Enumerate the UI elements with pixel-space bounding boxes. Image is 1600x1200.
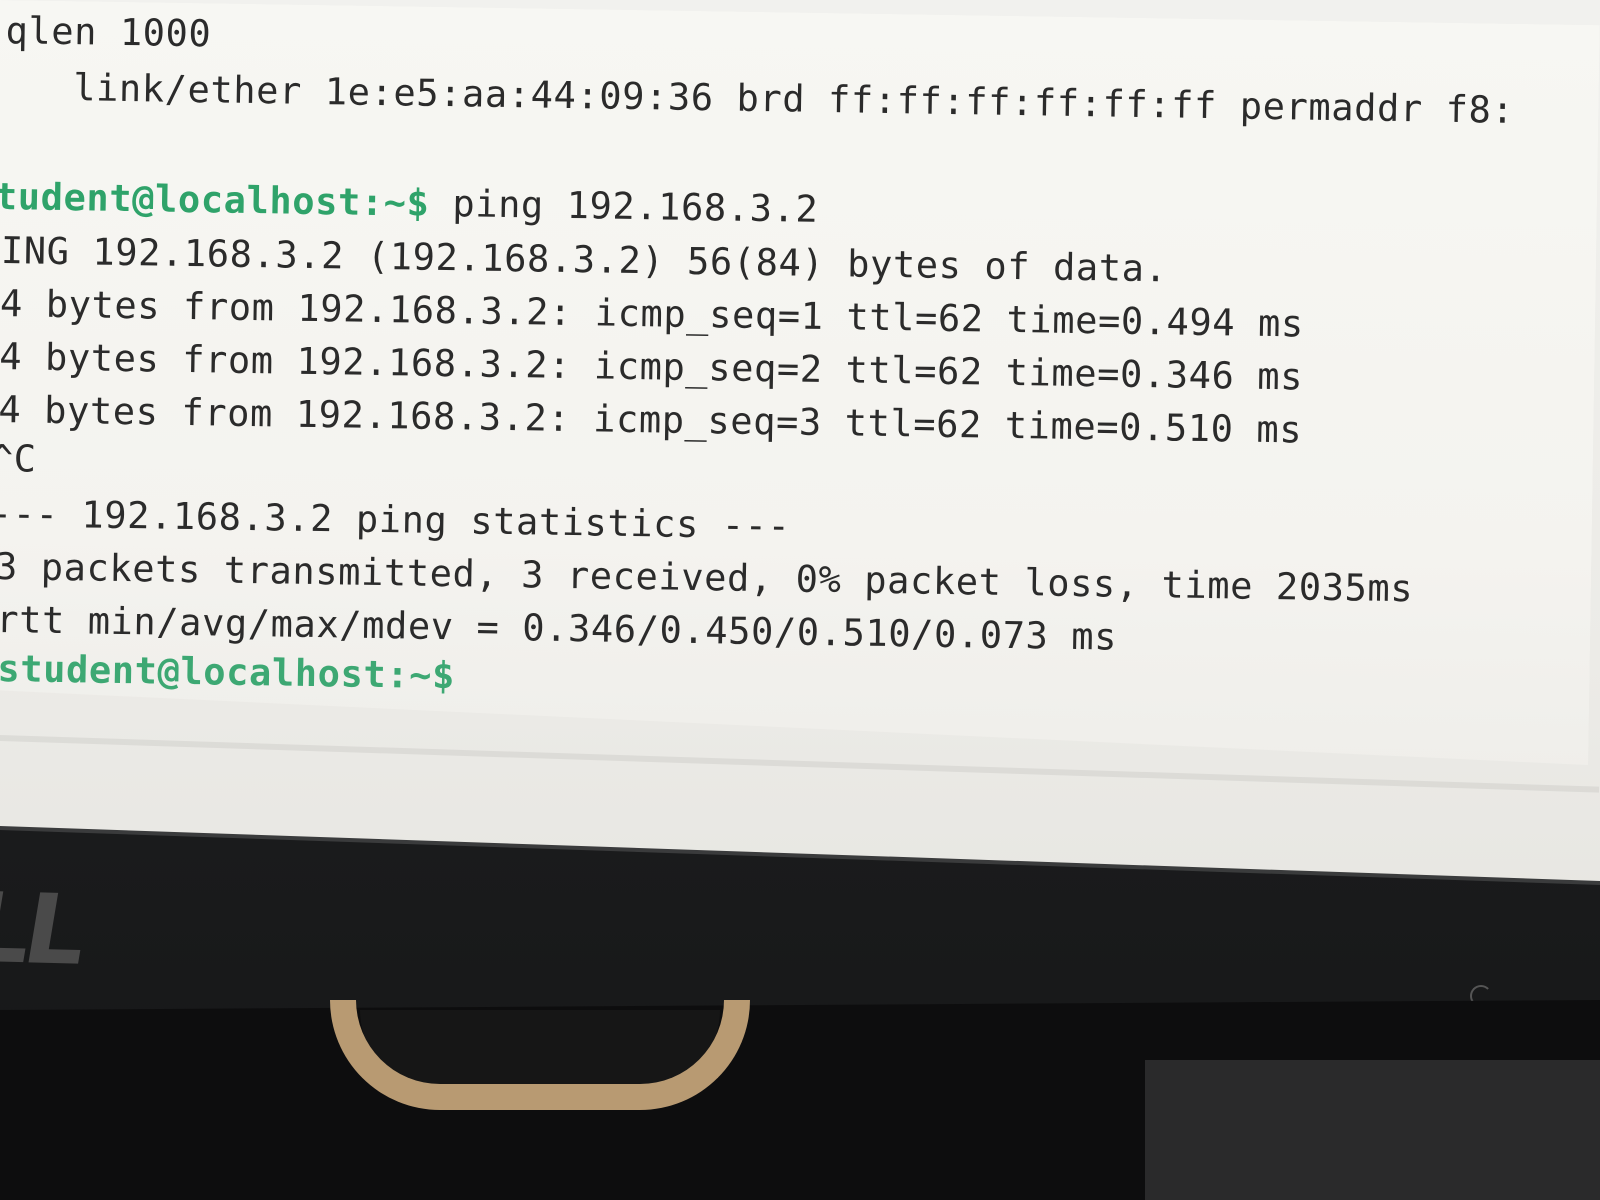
prompt-suffix: :~$	[360, 180, 453, 226]
terminal-window[interactable]: qlen 1000 link/ether 1e:e5:aa:44:09:36 b…	[0, 0, 1600, 785]
terminal-line-fragment: ;	[0, 116, 8, 161]
monitor-stand	[1145, 1060, 1600, 1200]
terminal-line-qlen: qlen 1000	[5, 9, 212, 56]
prompt-user-host-final: student@localhost	[0, 647, 387, 697]
prompt-user-host: tudent@localhost	[0, 174, 362, 224]
photo-scene: qlen 1000 link/ether 1e:e5:aa:44:09:36 b…	[0, 0, 1600, 1200]
terminal-line-packets-summary: 3 packets transmitted, 3 received, 0% pa…	[0, 544, 1414, 611]
terminal-line-prompt[interactable]: student@localhost:~$	[0, 650, 455, 694]
monitor-brand-logo: LL	[0, 871, 90, 987]
terminal-line-reply-1: 54 bytes from 192.168.3.2: icmp_seq=1 tt…	[0, 281, 1305, 346]
cable	[330, 1000, 750, 1110]
terminal-line-reply-2: 64 bytes from 192.168.3.2: icmp_seq=2 tt…	[0, 334, 1304, 399]
terminal-line-stats-header: --- 192.168.3.2 ping statistics ---	[0, 491, 791, 548]
terminal-line-rtt-summary: rtt min/avg/max/mdev = 0.346/0.450/0.510…	[0, 598, 1118, 659]
terminal-line-link-ether: link/ether 1e:e5:aa:44:09:36 brd ff:ff:f…	[4, 65, 1515, 132]
terminal-line-ping-command: tudent@localhost:~$ ping 192.168.3.2	[0, 178, 819, 228]
terminal-line-reply-3: 64 bytes from 192.168.3.2: icmp_seq=3 tt…	[0, 387, 1303, 452]
command-text: ping 192.168.3.2	[452, 182, 819, 231]
prompt-suffix-final: :~$	[386, 653, 456, 698]
terminal-line-interrupt: ^C	[0, 436, 37, 481]
terminal-line-ping-header: PING 192.168.3.2 (192.168.3.2) 56(84) by…	[0, 228, 1168, 291]
